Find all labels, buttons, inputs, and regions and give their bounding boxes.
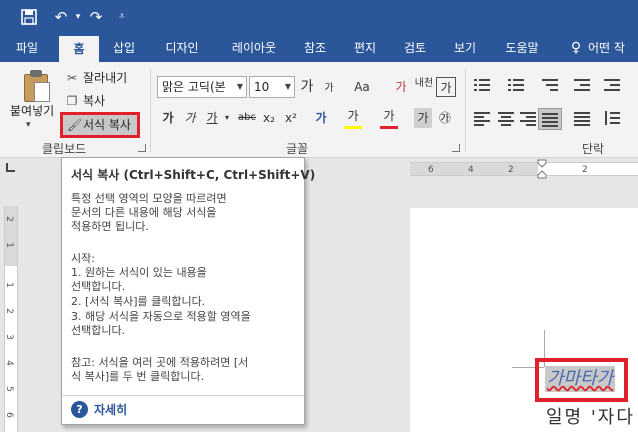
tab-mailings[interactable]: 편지 xyxy=(343,34,387,62)
title-bar: ↶ ▾ ↷ ⩡ xyxy=(0,0,638,34)
tab-file[interactable]: 파일 xyxy=(5,34,49,62)
tab-design[interactable]: 디자인 xyxy=(154,34,210,62)
tell-me-more-link[interactable]: ? 자세히 xyxy=(71,401,127,419)
underline-button[interactable]: 가 xyxy=(204,108,220,128)
bold-button[interactable]: 가 xyxy=(160,108,176,128)
ribbon-home: 붙여넣기 ▾ ✂ 잘라내기 ❐ 복사 🖌서식 복사 클립보드 맑은 고딕(본 ▼ 1… xyxy=(0,62,638,158)
strikethrough-button[interactable]: abc xyxy=(236,108,258,128)
tell-me-search[interactable]: 어떤 작 xyxy=(588,34,638,62)
left-tab-icon xyxy=(6,163,15,172)
group-divider xyxy=(150,68,151,152)
tooltip-line: 시작: xyxy=(71,252,95,265)
subscript-button[interactable]: x₂ xyxy=(260,108,278,128)
paste-button[interactable]: 붙여넣기 xyxy=(10,102,54,119)
tab-home[interactable]: 홈 xyxy=(59,36,99,62)
line-spacing-icon[interactable] xyxy=(604,111,620,125)
paragraph-group-label: 단락 xyxy=(582,142,605,156)
format-painter-button[interactable]: 🖌서식 복사 xyxy=(60,112,140,138)
font-name-dropdown-icon[interactable]: ▼ xyxy=(234,77,246,97)
tooltip-divider xyxy=(62,395,304,396)
superscript-button[interactable]: x² xyxy=(282,108,300,128)
ribbon-tabs: 파일 홈 삽입 디자인 레이아웃 참조 편지 검토 보기 도움말 ♀ 어떤 작 xyxy=(0,34,638,62)
tab-selector[interactable] xyxy=(0,158,20,180)
shrink-font-button[interactable]: 가 xyxy=(322,79,336,99)
highlight-button[interactable]: 가 xyxy=(344,106,362,126)
redo-icon[interactable]: ↷ xyxy=(84,6,108,28)
tooltip-line: 참고: 서식을 여러 곳에 적용하려면 [서 xyxy=(71,356,249,369)
tab-layout[interactable]: 레이아웃 xyxy=(220,34,288,62)
cut-button[interactable]: ✂ 잘라내기 xyxy=(64,68,127,88)
selected-text-highlight[interactable]: 가마타가 xyxy=(535,358,628,402)
italic-button[interactable]: 가 xyxy=(182,108,198,128)
tooltip-line: 1. 원하는 서식이 있는 내용을 xyxy=(71,266,207,279)
text-effects-button[interactable]: 가 xyxy=(312,108,330,128)
paste-dropdown-icon[interactable]: ▾ xyxy=(26,120,31,130)
font-group-label: 글꼴 xyxy=(286,142,309,156)
decrease-indent-icon[interactable] xyxy=(574,78,590,92)
tab-review[interactable]: 검토 xyxy=(393,34,437,62)
tab-insert[interactable]: 삽입 xyxy=(103,34,145,62)
grow-font-button[interactable]: 가 xyxy=(299,77,315,97)
change-case-button[interactable]: Aa xyxy=(350,77,374,97)
paintbrush-icon: 🖌 xyxy=(67,118,83,132)
group-divider xyxy=(465,68,466,152)
selected-text[interactable]: 가마타가 xyxy=(545,366,616,392)
enclose-characters-button[interactable]: ㉮ xyxy=(436,108,454,128)
phonetic-guide-button[interactable]: 내천 xyxy=(414,74,434,94)
highlight-color-bar xyxy=(344,126,362,129)
format-painter-tooltip: 서식 복사 (Ctrl+Shift+C, Ctrl+Shift+V) 특정 선택… xyxy=(61,157,315,425)
tooltip-title: 서식 복사 (Ctrl+Shift+C, Ctrl+Shift+V) xyxy=(71,168,316,182)
font-launcher-icon[interactable] xyxy=(452,144,460,152)
multilevel-list-icon[interactable] xyxy=(542,78,558,92)
tab-view[interactable]: 보기 xyxy=(443,34,487,62)
distributed-icon[interactable] xyxy=(574,111,590,126)
scissors-icon: ✂ xyxy=(66,71,78,85)
bullets-icon[interactable] xyxy=(474,78,490,92)
clipboard-launcher-icon[interactable] xyxy=(138,144,146,152)
paste-icon[interactable] xyxy=(22,70,52,104)
horizontal-ruler[interactable]: 6 4 2 2 xyxy=(410,162,638,176)
numbering-icon[interactable] xyxy=(508,78,524,92)
tooltip-line: 선택합니다. xyxy=(71,280,126,293)
font-size-dropdown-icon[interactable]: ▼ xyxy=(282,77,294,97)
font-size-box[interactable]: 10 ▼ xyxy=(249,76,295,98)
justify-icon xyxy=(542,112,558,127)
align-left-icon[interactable] xyxy=(474,111,490,126)
character-border-button[interactable]: 가 xyxy=(436,77,456,97)
customize-icon[interactable]: ⩡ xyxy=(114,6,130,28)
tab-help[interactable]: 도움말 xyxy=(494,34,550,62)
save-icon[interactable] xyxy=(16,6,42,28)
lightbulb-icon[interactable]: ♀ xyxy=(566,34,586,62)
tooltip-line: 2. [서식 복사]를 클릭합니다. xyxy=(71,295,206,308)
indent-marker-icon[interactable] xyxy=(537,159,547,179)
align-right-icon[interactable] xyxy=(520,111,536,126)
align-center-icon[interactable] xyxy=(498,111,514,126)
document-text-line[interactable]: 일명 '자다 xyxy=(546,403,635,429)
vertical-ruler[interactable]: 2 1 1 2 3 4 5 6 xyxy=(4,206,18,432)
clipboard-group-label: 클립보드 xyxy=(42,142,87,156)
undo-icon[interactable]: ↶ xyxy=(48,6,74,28)
tooltip-line: 3. 해당 서식을 자동으로 적용할 영역을 xyxy=(71,310,251,323)
copy-button[interactable]: ❐ 복사 xyxy=(64,91,105,111)
tooltip-line: 문서의 다른 내용에 해당 서식을 xyxy=(71,206,217,219)
underline-dropdown-icon[interactable]: ▾ xyxy=(222,108,232,128)
font-name-box[interactable]: 맑은 고딕(본 ▼ xyxy=(157,76,247,98)
increase-indent-icon[interactable] xyxy=(604,78,620,92)
font-color-button[interactable]: 가 xyxy=(380,106,398,126)
copy-icon: ❐ xyxy=(66,94,78,108)
tooltip-line: 식 복사]를 두 번 클릭합니다. xyxy=(71,370,205,383)
tooltip-line: 선택합니다. xyxy=(71,324,126,337)
help-icon: ? xyxy=(71,401,88,418)
clear-formatting-button[interactable]: 가 xyxy=(392,77,410,97)
character-shading-button[interactable]: 가 xyxy=(414,108,432,128)
undo-dropdown-icon[interactable]: ▾ xyxy=(72,6,84,28)
tooltip-line: 특정 선택 영역의 모양을 따르려면 xyxy=(71,192,227,205)
tooltip-line: 적용하면 됩니다. xyxy=(71,220,149,233)
tab-references[interactable]: 참조 xyxy=(293,34,337,62)
font-color-bar xyxy=(380,126,398,129)
